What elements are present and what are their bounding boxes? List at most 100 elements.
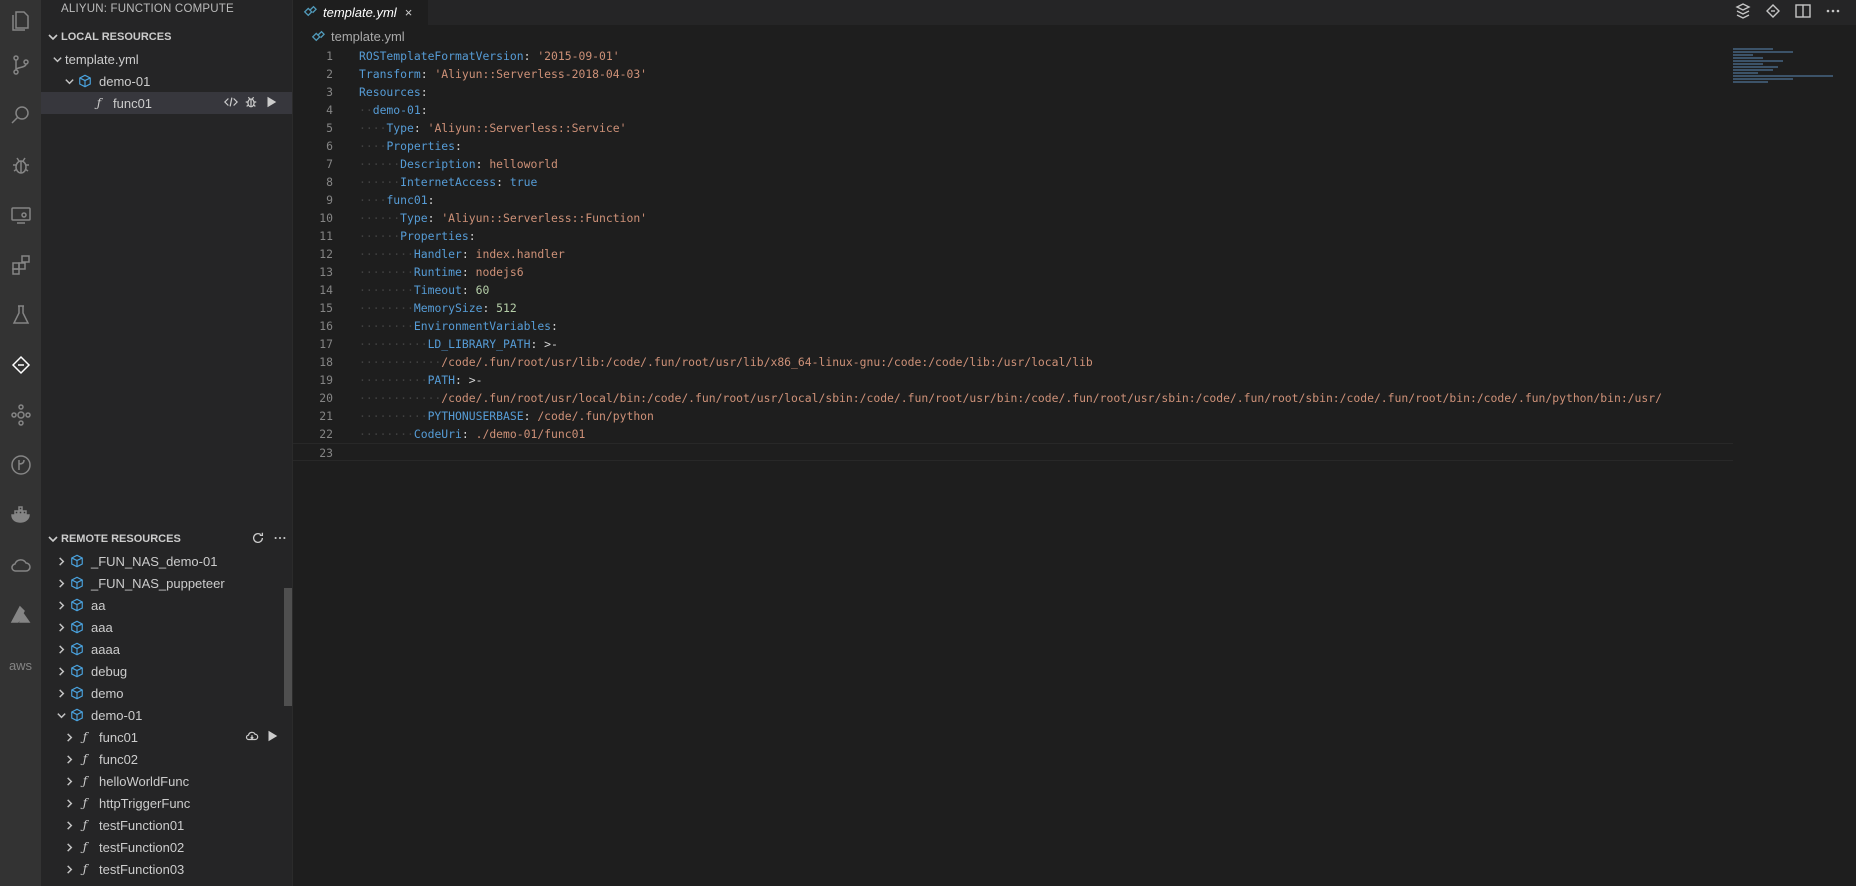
split-editor-icon[interactable] [1794, 2, 1812, 20]
code-line[interactable]: 12 ········Handler: index.handler [293, 245, 1733, 263]
function-compute-icon[interactable] [1764, 2, 1782, 20]
extensions-icon[interactable] [0, 244, 41, 286]
code-token: : [496, 175, 510, 189]
remote-function-row[interactable]: ƒ func02 [41, 748, 293, 770]
docker-icon[interactable] [0, 494, 41, 536]
remote-expanded-service-row[interactable]: demo-01 [41, 704, 293, 726]
code-line[interactable]: 6 ····Properties: [293, 137, 1733, 155]
code-editor[interactable]: 1 ROSTemplateFormatVersion: '2015-09-01' 2… [293, 47, 1733, 461]
code-icon[interactable] [224, 95, 238, 109]
line-number: 14 [319, 283, 333, 297]
tab-template-yml[interactable]: template.yml × [293, 0, 428, 25]
code-token: LD_LIBRARY_PATH [427, 337, 531, 351]
breadcrumb: template.yml [293, 25, 1856, 47]
code-line[interactable]: 17 ··········LD_LIBRARY_PATH: >- [293, 335, 1733, 353]
remote-function-row[interactable]: ƒ helloWorldFunc [41, 770, 293, 792]
remote-function-row[interactable]: ƒ httpTriggerFunc [41, 792, 293, 814]
explorer-icon[interactable] [0, 0, 41, 42]
remote-resources-section: REMOTE RESOURCES _FUN_NAS_demo-01 _FUN_N… [41, 528, 293, 880]
remote-function-row[interactable]: ƒ func01 [41, 726, 293, 748]
remote-service-row[interactable]: aaa [41, 616, 293, 638]
remote-service-row[interactable]: aa [41, 594, 293, 616]
refresh-icon[interactable] [251, 531, 265, 545]
code-token: Timeout [413, 283, 462, 297]
remote-resources-header[interactable]: REMOTE RESOURCES [41, 528, 293, 550]
line-content: ········Runtime: nodejs6 [333, 263, 1723, 281]
gitlens-icon[interactable] [0, 444, 41, 486]
code-line[interactable]: 20 ············/code/.fun/root/usr/local/… [293, 389, 1733, 407]
remote-function-row[interactable]: ƒ testFunction03 [41, 858, 293, 880]
remote-service-row[interactable]: debug [41, 660, 293, 682]
code-token: >- [468, 373, 483, 387]
function-icon: ƒ [82, 840, 88, 854]
aws-label: aws [8, 657, 33, 673]
code-line[interactable]: 4 ··demo-01: [293, 101, 1733, 119]
chevron-down-icon [45, 29, 61, 45]
cloud-icon[interactable] [0, 544, 41, 586]
local-template-row[interactable]: template.yml [41, 48, 292, 70]
code-line[interactable]: 14 ········Timeout: 60 [293, 281, 1733, 299]
close-icon[interactable]: × [405, 5, 413, 20]
testing-icon[interactable] [0, 294, 41, 336]
local-function-row[interactable]: ƒ func01 [41, 92, 292, 114]
remote-service-row[interactable]: aaaa [41, 638, 293, 660]
remote-service-label: _FUN_NAS_demo-01 [91, 553, 218, 569]
run-icon[interactable] [264, 95, 278, 109]
code-line[interactable]: 19 ··········PATH: >- [293, 371, 1733, 389]
remote-explorer-icon[interactable] [0, 194, 41, 236]
remote-service-row[interactable]: _FUN_NAS_puppeteer [41, 572, 293, 594]
more-icon[interactable] [1824, 2, 1842, 20]
code-token: : [420, 67, 435, 81]
remote-function-label: func02 [99, 751, 139, 767]
more-icon[interactable] [273, 531, 287, 545]
minimap[interactable] [1733, 47, 1843, 97]
local-resources-header[interactable]: LOCAL RESOURCES [41, 26, 292, 48]
indent-guide: ·········· [359, 409, 428, 423]
code-line[interactable]: 21 ··········PYTHONUSERBASE: /code/.fun/p… [293, 407, 1733, 425]
run-icon[interactable] [265, 729, 279, 743]
git-graph-icon[interactable] [0, 394, 41, 436]
remote-service-row[interactable]: _FUN_NAS_demo-01 [41, 550, 293, 572]
stack-icon[interactable] [1734, 2, 1752, 20]
debug-icon[interactable] [0, 144, 41, 186]
remote-function-label: func01 [99, 729, 139, 745]
source-control-icon[interactable] [0, 44, 41, 86]
aliyun-function-compute-icon[interactable] [0, 344, 41, 386]
azure-icon[interactable] [0, 594, 41, 636]
code-line[interactable]: 22 ········CodeUri: ./demo-01/func01 [293, 425, 1733, 443]
code-token: Properties [400, 229, 469, 243]
indent-guide: ········ [359, 265, 414, 279]
debug-icon[interactable] [244, 95, 258, 109]
local-service-row[interactable]: demo-01 [41, 70, 292, 92]
code-line[interactable]: 11 ······Properties: [293, 227, 1733, 245]
code-line[interactable]: 15 ········MemorySize: 512 [293, 299, 1733, 317]
remote-service-row[interactable]: demo [41, 682, 293, 704]
cloud-download-icon[interactable] [245, 729, 259, 743]
sidebar-scrollbar[interactable] [284, 588, 292, 706]
indent-guide: ······ [359, 157, 401, 171]
code-token: 'Aliyun::Serverless-2018-04-03' [434, 67, 648, 81]
code-line[interactable]: 3 Resources: [293, 83, 1733, 101]
code-line[interactable]: 23 [293, 443, 1733, 461]
code-token: : [551, 319, 558, 333]
tab-label: template.yml [323, 5, 397, 20]
code-line[interactable]: 18 ············/code/.fun/root/usr/lib:/c… [293, 353, 1733, 371]
code-token: demo-01 [372, 103, 421, 117]
remote-service-label: demo [91, 685, 124, 701]
remote-function-row[interactable]: ƒ testFunction01 [41, 814, 293, 836]
code-line[interactable]: 1 ROSTemplateFormatVersion: '2015-09-01' [293, 47, 1733, 65]
chevron-right-icon [53, 685, 69, 701]
code-line[interactable]: 8 ······InternetAccess: true [293, 173, 1733, 191]
breadcrumb-file[interactable]: template.yml [331, 29, 405, 44]
code-line[interactable]: 13 ········Runtime: nodejs6 [293, 263, 1733, 281]
aws-icon[interactable]: aws [0, 644, 41, 686]
code-line[interactable]: 9 ····func01: [293, 191, 1733, 209]
search-icon[interactable] [0, 94, 41, 136]
code-line[interactable]: 7 ······Description: helloworld [293, 155, 1733, 173]
code-line[interactable]: 10 ······Type: 'Aliyun::Serverless::Funct… [293, 209, 1733, 227]
remote-function-row[interactable]: ƒ testFunction02 [41, 836, 293, 858]
code-line[interactable]: 2 Transform: 'Aliyun::Serverless-2018-04-… [293, 65, 1733, 83]
code-line[interactable]: 5 ····Type: 'Aliyun::Serverless::Service' [293, 119, 1733, 137]
chevron-right-icon [53, 619, 69, 635]
code-line[interactable]: 16 ········EnvironmentVariables: [293, 317, 1733, 335]
